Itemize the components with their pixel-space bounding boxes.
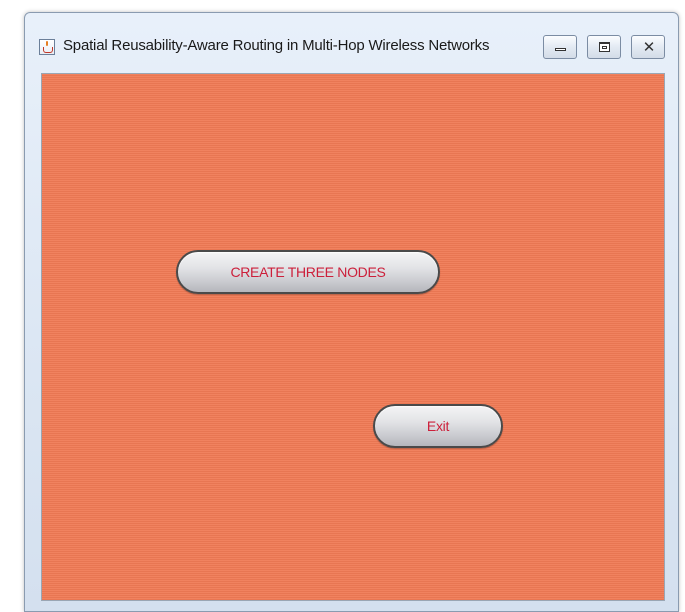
exit-button[interactable]: Exit [373, 404, 503, 448]
minimize-button[interactable] [543, 35, 577, 59]
title-bar[interactable]: Spatial Reusability-Aware Routing in Mul… [25, 13, 678, 69]
maximize-button[interactable] [587, 35, 621, 59]
java-icon-steam [46, 41, 48, 46]
maximize-icon [599, 42, 610, 52]
close-icon: ✕ [642, 38, 656, 56]
create-three-nodes-button[interactable]: CREATE THREE NODES [176, 250, 440, 294]
desktop: Spatial Reusability-Aware Routing in Mul… [0, 0, 685, 612]
close-button[interactable]: ✕ [631, 35, 665, 59]
app-window: Spatial Reusability-Aware Routing in Mul… [24, 12, 679, 612]
minimize-icon [555, 48, 566, 51]
java-icon-cup [43, 47, 53, 53]
main-panel: CREATE THREE NODES Exit [41, 73, 665, 601]
java-icon [39, 39, 55, 55]
window-title: Spatial Reusability-Aware Routing in Mul… [63, 37, 490, 54]
